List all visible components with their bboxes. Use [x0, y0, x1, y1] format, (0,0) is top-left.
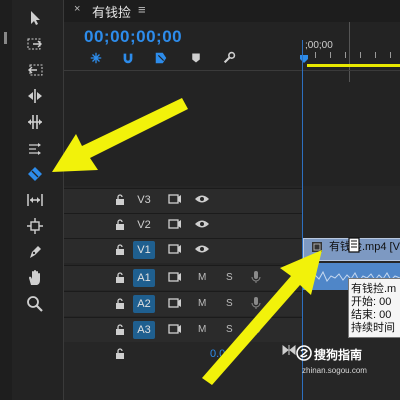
annotation-arrows — [52, 98, 322, 385]
watermark-title: 搜狗指南 — [314, 348, 363, 362]
watermark-url: zhinan.sogou.com — [302, 366, 367, 375]
arrow-to-clip — [202, 250, 322, 385]
arrow-to-razor-tool — [52, 98, 188, 172]
sogou-logo-icon — [296, 345, 312, 361]
